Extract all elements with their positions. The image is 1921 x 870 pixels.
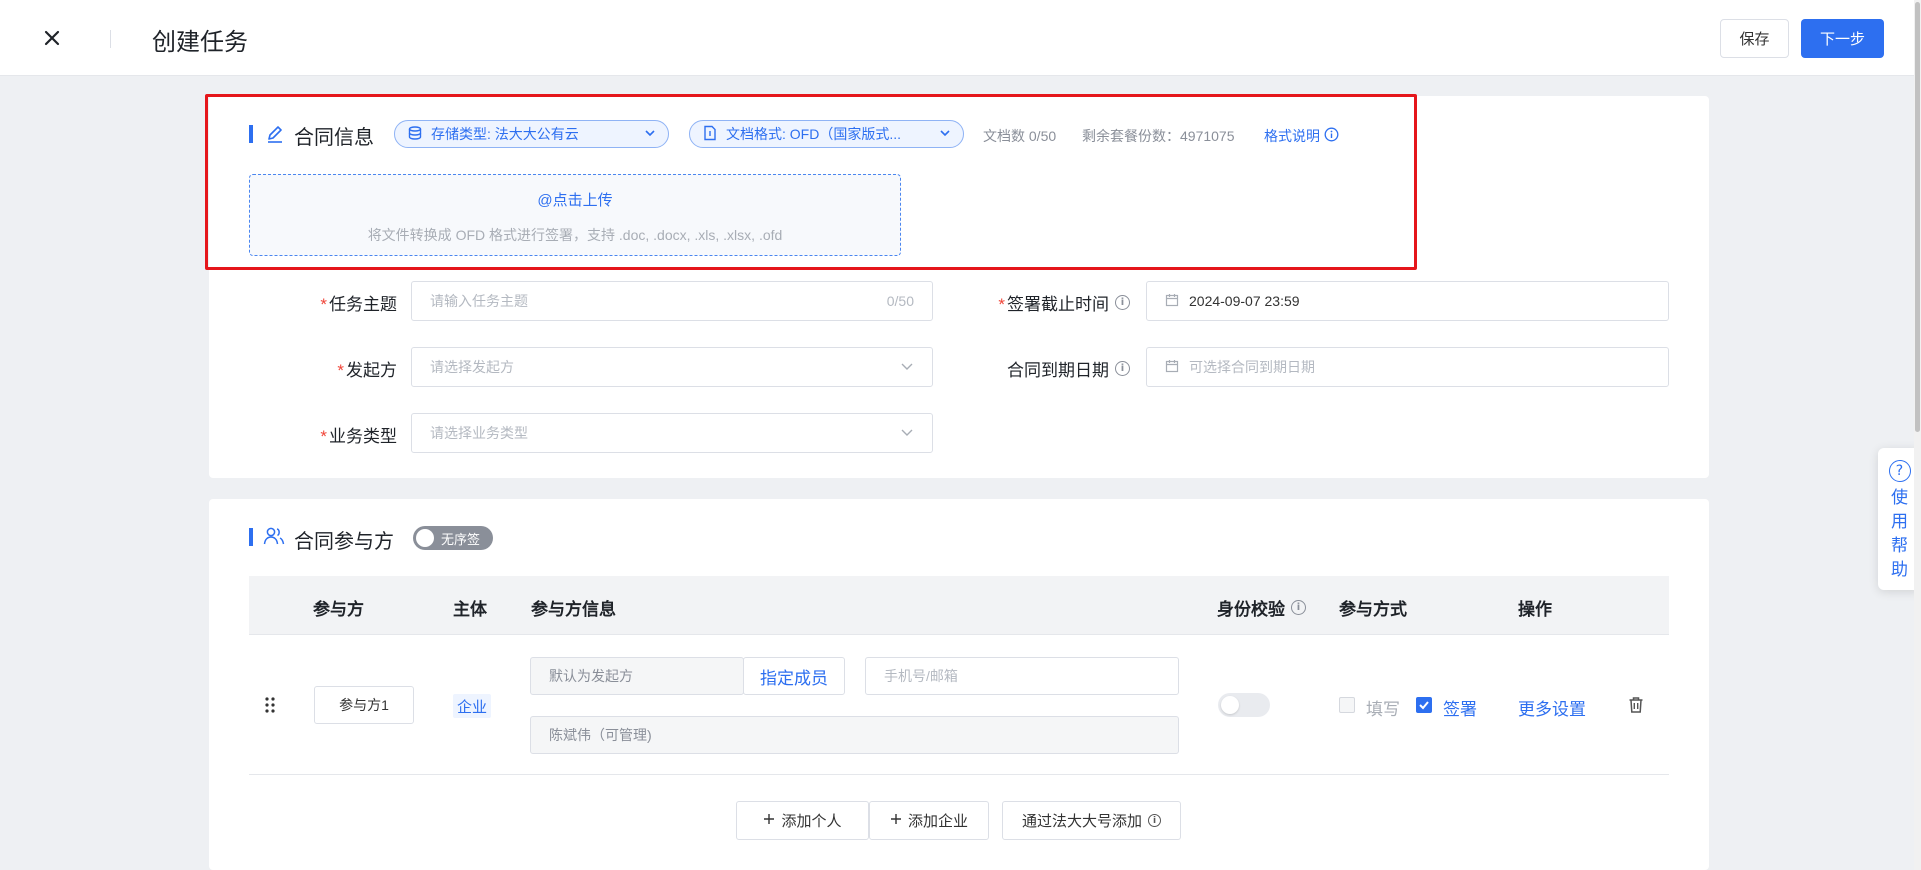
col-actions: 操作 bbox=[1518, 600, 1552, 619]
database-icon bbox=[407, 125, 423, 144]
top-header: 创建任务 保存 下一步 bbox=[0, 0, 1921, 76]
row-divider bbox=[249, 774, 1669, 775]
calendar-icon bbox=[1165, 293, 1179, 310]
format-help-link[interactable]: 格式说明 bbox=[1264, 126, 1339, 146]
question-icon: ? bbox=[1888, 460, 1911, 482]
default-initiator-field: 默认为发起方 bbox=[530, 657, 744, 695]
participants-table-header: 参与方 主体 参与方信息 身份校验 i 参与方式 操作 bbox=[249, 576, 1669, 635]
chevron-down-icon bbox=[644, 126, 656, 142]
section-accent-bar bbox=[249, 125, 253, 143]
help-label: 使用帮助 bbox=[1891, 488, 1908, 579]
info-icon: i bbox=[1115, 295, 1130, 310]
doc-format-label: 文档格式: OFD（国家版式... bbox=[726, 126, 901, 142]
identity-check-switch[interactable] bbox=[1218, 693, 1270, 717]
expiry-label: 合同到期日期 i bbox=[960, 356, 1130, 381]
biz-type-select[interactable]: 请选择业务类型 bbox=[411, 413, 933, 453]
fill-checkbox[interactable] bbox=[1339, 697, 1355, 713]
header-divider bbox=[110, 30, 111, 48]
close-icon[interactable] bbox=[38, 24, 66, 52]
edit-icon bbox=[265, 124, 285, 149]
format-help-label: 格式说明 bbox=[1264, 128, 1320, 144]
save-button[interactable]: 保存 bbox=[1720, 19, 1789, 58]
section-accent-bar bbox=[249, 528, 253, 546]
initiator-label: * 发起方 bbox=[337, 361, 397, 380]
upload-dropzone[interactable]: @点击上传 将文件转换成 OFD 格式进行签署，支持 .doc, .docx, … bbox=[249, 174, 901, 256]
unordered-sign-toggle[interactable]: 无序签 bbox=[413, 526, 493, 550]
switch-knob bbox=[1221, 696, 1239, 714]
add-company-button[interactable]: 添加企业 bbox=[869, 801, 989, 840]
col-participant: 参与方 bbox=[313, 600, 364, 619]
check-icon bbox=[1419, 701, 1429, 710]
participant-name-input[interactable]: 参与方1 bbox=[314, 686, 414, 724]
subject-counter: 0/50 bbox=[886, 293, 914, 309]
sign-checkbox[interactable] bbox=[1416, 697, 1432, 713]
subject-input[interactable]: 请输入任务主题 0/50 bbox=[411, 281, 933, 321]
assign-member-button[interactable]: 指定成员 bbox=[743, 657, 845, 695]
deadline-picker[interactable]: 2024-09-07 23:59 bbox=[1146, 281, 1669, 321]
scrollbar-thumb[interactable] bbox=[1915, 2, 1920, 432]
col-participant-info: 参与方信息 bbox=[531, 600, 616, 619]
page-title: 创建任务 bbox=[152, 29, 248, 56]
contract-info-title: 合同信息 bbox=[294, 127, 374, 149]
file-icon bbox=[702, 125, 718, 144]
chevron-down-icon bbox=[900, 425, 914, 442]
more-settings-link[interactable]: 更多设置 bbox=[1518, 695, 1586, 720]
calendar-icon bbox=[1165, 359, 1179, 376]
initiator-select[interactable]: 请选择发起方 bbox=[411, 347, 933, 387]
add-company-label: 添加企业 bbox=[907, 813, 968, 830]
col-entity: 主体 bbox=[453, 600, 487, 619]
sign-label: 签署 bbox=[1443, 700, 1477, 719]
add-by-account-label: 通过法大大号添加 bbox=[1021, 813, 1142, 830]
info-icon: i bbox=[1115, 361, 1130, 376]
col-identity-check: 身份校验 i bbox=[1217, 595, 1306, 620]
fill-label: 填写 bbox=[1366, 700, 1400, 719]
storage-type-label: 存储类型: 法大大公有云 bbox=[431, 126, 579, 142]
participants-title: 合同参与方 bbox=[294, 531, 394, 553]
initiator-placeholder: 请选择发起方 bbox=[430, 359, 514, 375]
plus-icon bbox=[763, 812, 775, 829]
col-participation-mode: 参与方式 bbox=[1339, 600, 1407, 619]
add-by-account-button[interactable]: 通过法大大号添加 i bbox=[1002, 801, 1181, 840]
doc-format-select[interactable]: 文档格式: OFD（国家版式... bbox=[689, 120, 964, 148]
subject-label: * 任务主题 bbox=[320, 295, 397, 314]
toggle-label: 无序签 bbox=[441, 531, 481, 547]
upload-link[interactable]: @点击上传 bbox=[250, 189, 900, 210]
plus-icon bbox=[890, 812, 902, 829]
expiry-picker[interactable]: 可选择合同到期日期 bbox=[1146, 347, 1669, 387]
biz-type-placeholder: 请选择业务类型 bbox=[430, 425, 528, 441]
subject-placeholder: 请输入任务主题 bbox=[430, 293, 528, 309]
chevron-down-icon bbox=[900, 359, 914, 376]
toggle-knob bbox=[416, 529, 434, 547]
deadline-label: * 签署截止时间 i bbox=[960, 290, 1130, 315]
info-icon: i bbox=[1291, 600, 1306, 615]
upload-hint: 将文件转换成 OFD 格式进行签署，支持 .doc, .docx, .xls, … bbox=[367, 227, 783, 243]
next-step-button[interactable]: 下一步 bbox=[1801, 19, 1884, 58]
expiry-placeholder: 可选择合同到期日期 bbox=[1189, 359, 1315, 375]
users-icon bbox=[263, 526, 285, 551]
chevron-down-icon bbox=[939, 126, 951, 142]
member-field: 陈斌伟（可管理) bbox=[530, 716, 1179, 754]
info-icon bbox=[1324, 127, 1339, 145]
entity-tag: 企业 bbox=[453, 694, 491, 718]
doc-count: 文档数 0/50 bbox=[983, 128, 1057, 144]
add-person-label: 添加个人 bbox=[781, 813, 842, 830]
biz-type-label: * 业务类型 bbox=[320, 427, 397, 446]
trash-icon[interactable] bbox=[1628, 696, 1644, 719]
drag-handle-icon[interactable] bbox=[264, 695, 276, 720]
add-person-button[interactable]: 添加个人 bbox=[736, 801, 869, 840]
remaining-quota: 剩余套餐份数：4971075 bbox=[1082, 128, 1235, 144]
contact-input[interactable]: 手机号/邮箱 bbox=[865, 657, 1179, 695]
info-icon: i bbox=[1148, 814, 1161, 827]
storage-type-select[interactable]: 存储类型: 法大大公有云 bbox=[394, 120, 669, 148]
deadline-value: 2024-09-07 23:59 bbox=[1189, 293, 1300, 309]
